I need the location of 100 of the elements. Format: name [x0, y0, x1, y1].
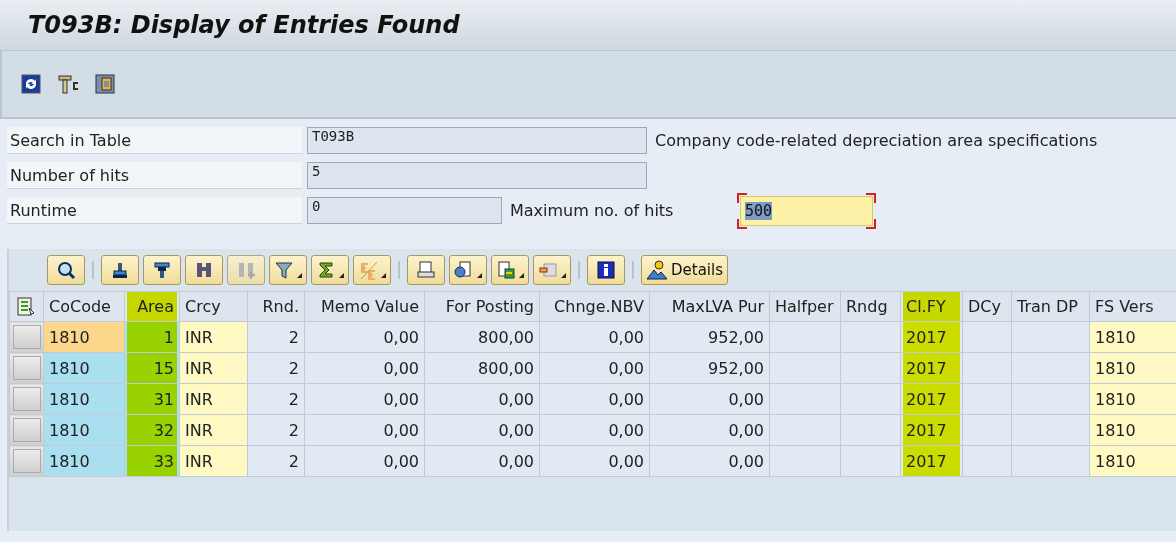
table-cell: 0,00: [649, 383, 770, 415]
display-field: 5: [307, 162, 647, 189]
table-cell: 1810: [1089, 352, 1176, 384]
caret-icon: [477, 273, 482, 278]
table-cell: 0,00: [424, 414, 540, 446]
select-all-icon[interactable]: [16, 295, 36, 318]
table-cell: 1810: [43, 383, 125, 415]
table-cell: 2017: [900, 414, 963, 446]
layout-grid-icon: [538, 260, 558, 280]
table-cell: 0,00: [304, 321, 425, 353]
table-cell: 1: [124, 321, 180, 353]
column-header[interactable]: DCy: [962, 291, 1012, 322]
table-cell: 15: [124, 352, 180, 384]
table-cell: 800,00: [424, 352, 540, 384]
table-cell: 0,00: [424, 383, 540, 415]
caret-icon: [339, 273, 344, 278]
layout-icon[interactable]: [94, 73, 116, 95]
table-cell: 0,00: [304, 445, 425, 477]
table-cell: 0,00: [304, 414, 425, 446]
column-header[interactable]: MaxLVA Pur: [649, 291, 770, 322]
sort-descending-icon: [152, 260, 172, 280]
export-button[interactable]: [449, 255, 487, 285]
table-cell: [840, 321, 901, 353]
details-button[interactable]: Details: [641, 255, 728, 285]
column-header[interactable]: Memo Value: [304, 291, 425, 322]
print-button[interactable]: [407, 255, 445, 285]
table-cell: 0,00: [424, 445, 540, 477]
refresh-icon[interactable]: [20, 73, 42, 95]
print-icon: [416, 260, 436, 280]
field-label: Runtime: [7, 197, 302, 224]
sum-icon: [316, 260, 336, 280]
export-file-icon: [496, 260, 516, 280]
table-cell: 2017: [900, 321, 963, 353]
table-cell: 31: [124, 383, 180, 415]
binoculars-button[interactable]: [185, 255, 223, 285]
column-header[interactable]: Crcy: [179, 291, 248, 322]
info-button[interactable]: [587, 255, 625, 285]
table-cell: 2: [247, 352, 305, 384]
column-header[interactable]: Cl.FY: [900, 291, 963, 322]
sort-ascending-icon: [110, 260, 130, 280]
column-header[interactable]: Tran DP: [1011, 291, 1090, 322]
table-cell: 33: [124, 445, 180, 477]
table-cell: 0,00: [539, 445, 650, 477]
table-cell: 0,00: [539, 352, 650, 384]
column-header[interactable]: Chnge.NBV: [539, 291, 650, 322]
sum-button[interactable]: [311, 255, 349, 285]
column-header[interactable]: For Posting: [424, 291, 540, 322]
column-header[interactable]: Halfper: [769, 291, 841, 322]
table-cell: 2017: [900, 445, 963, 477]
table-cell: INR: [179, 414, 248, 446]
caret-icon: [519, 273, 524, 278]
table-cell: 2017: [900, 352, 963, 384]
table-cell: 0,00: [539, 414, 650, 446]
table-cell: INR: [179, 445, 248, 477]
filter-button[interactable]: [269, 255, 307, 285]
table-cell: 952,00: [649, 321, 770, 353]
table-cell: 0,00: [304, 352, 425, 384]
caret-icon: [561, 273, 566, 278]
table-cell: 2: [247, 383, 305, 415]
table-cell: 1810: [1089, 383, 1176, 415]
table-cell: [840, 414, 901, 446]
zoom-button[interactable]: [47, 255, 85, 285]
input-field[interactable]: 500: [740, 195, 873, 226]
zoom-icon: [56, 260, 76, 280]
table-cell: [840, 352, 901, 384]
table-cell: 2: [247, 321, 305, 353]
table-cell: [769, 383, 841, 415]
table-cell: 1810: [43, 352, 125, 384]
field-label: Number of hits: [7, 162, 302, 189]
sort-ascending-button[interactable]: [101, 255, 139, 285]
table-cell: 952,00: [649, 352, 770, 384]
layout-grid-button[interactable]: [533, 255, 571, 285]
column-header[interactable]: FS Vers: [1089, 291, 1176, 322]
column-header[interactable]: Rnd.: [247, 291, 305, 322]
table-cell: 0,00: [649, 414, 770, 446]
table-cell: 1810: [43, 445, 125, 477]
table-description: Company code-related depreciation area specifications: [655, 131, 1098, 150]
export-icon: [454, 260, 474, 280]
table-cell: [769, 445, 841, 477]
window-title: T093B: Display of Entries Found: [28, 11, 460, 39]
table-cell: [840, 383, 901, 415]
info-icon: [596, 260, 616, 280]
table-cell: 1810: [1089, 445, 1176, 477]
table-cell: 0,00: [304, 383, 425, 415]
table-cell: INR: [179, 383, 248, 415]
table-cell: 2: [247, 445, 305, 477]
table-cell: INR: [179, 352, 248, 384]
table-cell: 1810: [1089, 321, 1176, 353]
sort-descending-button[interactable]: [143, 255, 181, 285]
column-header[interactable]: Rndg: [840, 291, 901, 322]
table-cell: 1810: [43, 414, 125, 446]
table-cell: [769, 414, 841, 446]
tool-icon[interactable]: [56, 73, 80, 95]
table-cell: [769, 352, 841, 384]
table-cell: 1810: [43, 321, 125, 353]
column-header[interactable]: Area: [124, 291, 180, 322]
column-header[interactable]: CoCode: [43, 291, 125, 322]
export-file-button[interactable]: [491, 255, 529, 285]
subtotal-icon: [358, 260, 378, 280]
table-cell: 1810: [1089, 414, 1176, 446]
